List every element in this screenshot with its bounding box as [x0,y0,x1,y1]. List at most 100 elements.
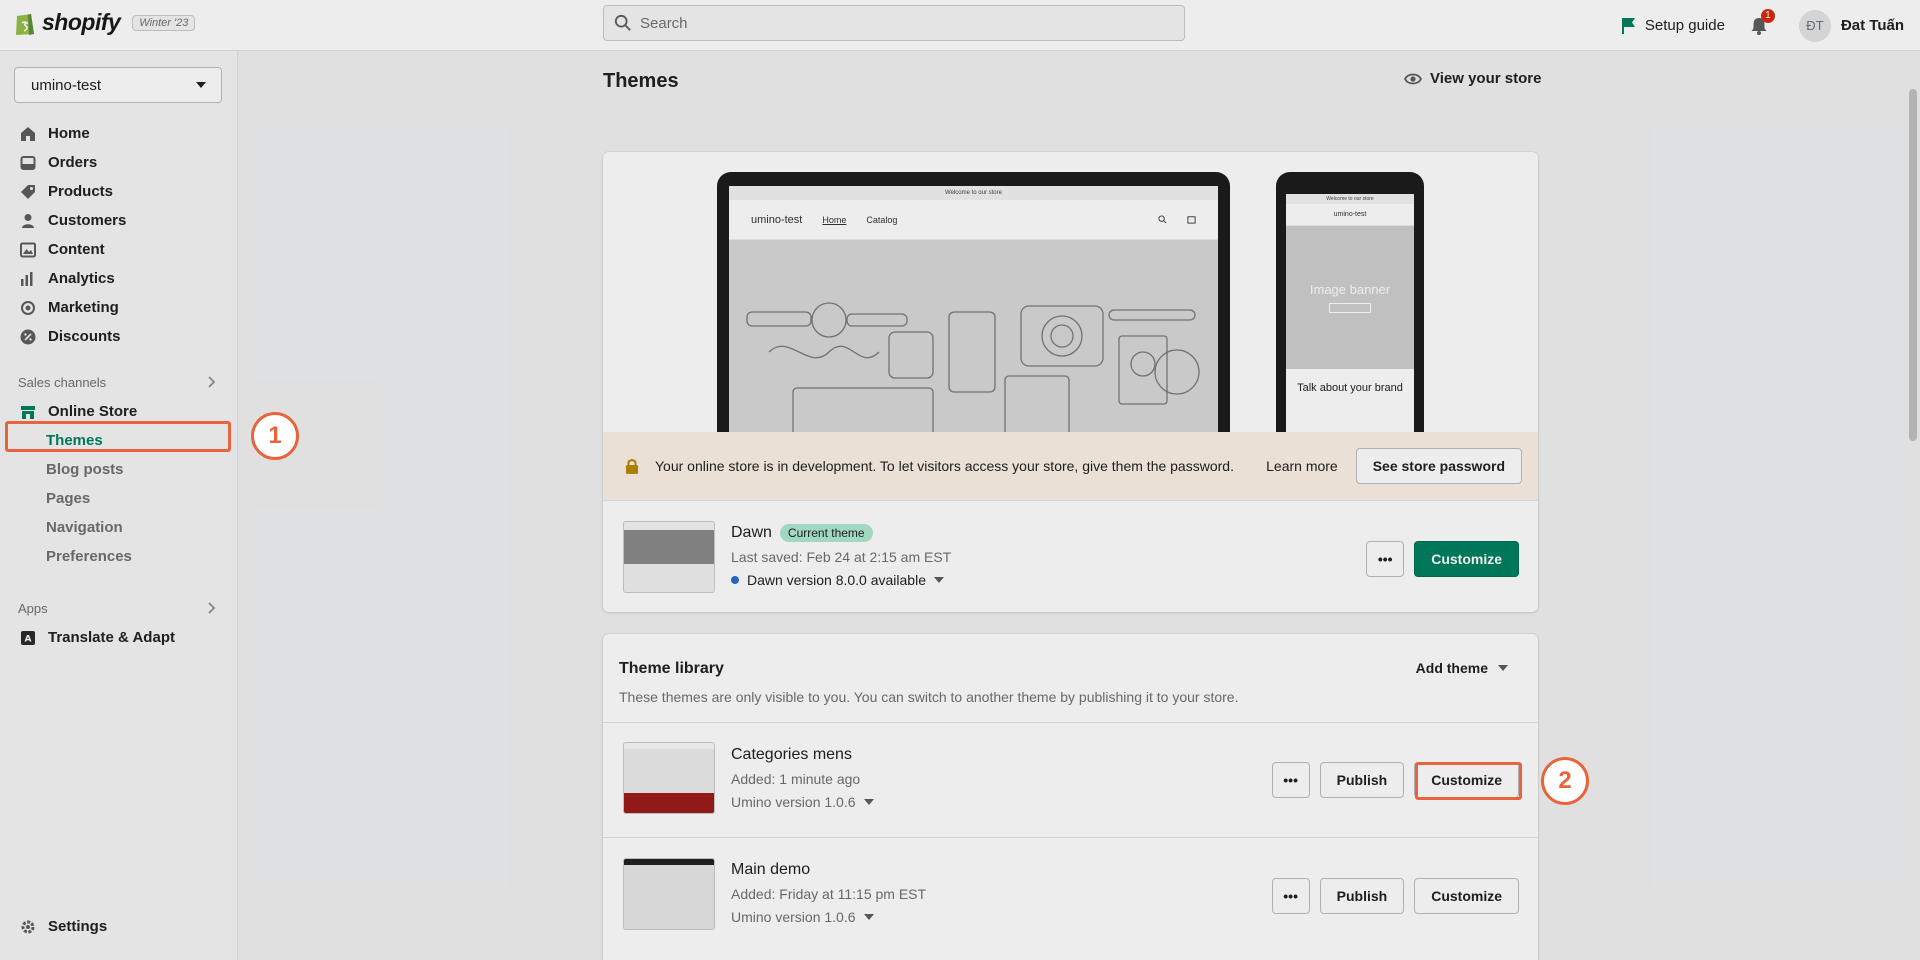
see-store-password-button[interactable]: See store password [1355,448,1522,484]
preview-header: umino-test Home Catalog [729,200,1218,240]
current-theme-card: Welcome to our store umino-test Home Cat… [603,152,1538,612]
learn-more-link[interactable]: Learn more [1266,458,1338,474]
nav-products[interactable]: Products [0,177,238,206]
caret-down-icon [863,799,874,805]
page-scrollbar[interactable] [1906,51,1920,960]
mobile-banner-title: Image banner [1309,282,1391,297]
theme-actions: ••• Publish Customize [1271,762,1519,798]
nav-label: Discounts [48,328,121,345]
shopify-logo[interactable]: shopify Winter '23 [14,9,196,36]
customize-button[interactable]: Customize [1414,762,1519,798]
nav-orders[interactable]: Orders [0,148,238,177]
theme-name: Dawn [731,524,772,541]
nav-customers[interactable]: Customers [0,206,238,235]
chevron-right-icon [208,376,216,388]
theme-library-description: These themes are only visible to you. Yo… [619,689,1239,705]
brand-name: shopify [42,9,121,35]
scrollbar-thumb[interactable] [1909,89,1917,441]
top-right-actions: Setup guide 1 ĐT Đat Tuấn [1621,0,1920,51]
nav-content[interactable]: Content [0,235,238,264]
sales-channels-label: Sales channels [18,374,107,390]
more-actions-button[interactable]: ••• [1271,762,1310,798]
version-available[interactable]: Dawn version 8.0.0 available [731,572,944,588]
user-menu[interactable]: ĐT Đat Tuấn [1798,9,1904,42]
add-theme-button[interactable]: Add theme [1416,660,1508,676]
mobile-preview-banner: Image banner [1286,226,1414,369]
sales-channels-header[interactable]: Sales channels [0,367,238,397]
step-2-callout: 2 [1541,757,1589,805]
caret-down-icon [1498,665,1508,671]
nav-label: Customers [48,212,127,229]
edition-badge: Winter '23 [132,14,196,31]
current-theme-name-row: Dawn Current theme [731,524,873,542]
theme-version[interactable]: Umino version 1.0.6 [731,794,874,810]
nav-online-store[interactable]: Online Store [0,397,238,426]
tag-icon [20,184,36,200]
apps-label: Apps [18,600,48,616]
nav-settings[interactable]: Settings [0,912,107,941]
search-bar[interactable] [603,5,1185,41]
more-actions-button[interactable]: ••• [1271,878,1310,914]
store-selector[interactable]: umino-test [14,67,222,103]
caret-down-icon [196,82,206,88]
nav-marketing[interactable]: Marketing [0,293,238,322]
top-bar: shopify Winter '23 Setup guide 1 ĐT Đat [0,0,1920,51]
search-input[interactable] [640,14,1160,32]
version-label: Umino version 1.0.6 [731,794,856,810]
nav-blog-posts[interactable]: Blog posts [0,455,238,484]
person-icon [20,213,36,229]
image-icon [20,242,36,258]
nav-analytics[interactable]: Analytics [0,264,238,293]
sidebar: umino-test Home Orders Products Customer… [0,51,238,960]
publish-button[interactable]: Publish [1319,878,1405,914]
translate-app-icon: A [20,630,36,646]
theme-version[interactable]: Umino version 1.0.6 [731,909,874,925]
nav-label: Orders [48,154,98,171]
customize-button[interactable]: Customize [1414,541,1519,577]
target-icon [20,300,36,316]
add-theme-label: Add theme [1415,660,1488,676]
customize-button[interactable]: Customize [1414,878,1519,914]
nav-label: Analytics [48,270,115,287]
version-label: Umino version 1.0.6 [731,909,856,925]
page-title: Themes [603,70,679,92]
caret-down-icon [934,577,944,583]
bar-chart-icon [20,271,36,287]
nav-translate-adapt[interactable]: A Translate & Adapt [0,623,238,652]
development-message: Your online store is in development. To … [655,458,1234,474]
development-banner: Your online store is in development. To … [603,432,1538,500]
caret-down-icon [863,914,874,920]
publish-button[interactable]: Publish [1319,762,1405,798]
eye-icon [1404,73,1422,84]
mobile-banner-button [1329,303,1371,313]
nav-label: Marketing [48,299,119,316]
cart-icon [1187,216,1196,224]
theme-name: Categories mens [731,746,852,763]
nav-discounts[interactable]: Discounts [0,322,238,351]
version-label: Dawn version 8.0.0 available [747,572,926,588]
nav-themes[interactable]: Themes [0,426,238,455]
more-actions-button[interactable]: ••• [1366,541,1405,577]
view-store-link[interactable]: View your store [1404,70,1541,87]
mobile-preview: Welcome to our store umino-test Image ba… [1276,172,1424,432]
theme-preview: Welcome to our store umino-test Home Cat… [603,152,1538,432]
nav-pages[interactable]: Pages [0,484,238,513]
preview-announcement: Welcome to our store [729,186,1218,200]
preview-hero-image [729,240,1218,432]
search-icon [614,14,631,31]
home-icon [20,126,36,142]
nav-preferences[interactable]: Preferences [0,542,238,571]
theme-actions: ••• Publish Customize [1271,878,1519,914]
notifications-button[interactable]: 1 [1749,8,1775,36]
view-store-label: View your store [1430,70,1542,87]
nav-navigation[interactable]: Navigation [0,513,238,542]
notification-count: 1 [1760,8,1775,23]
setup-guide-button[interactable]: Setup guide [1621,17,1725,35]
theme-library-card: Theme library Add theme These themes are… [603,634,1538,960]
apps-header[interactable]: Apps [0,593,238,623]
nav-home[interactable]: Home [0,119,238,148]
lock-icon [626,459,638,474]
nav-label: Translate & Adapt [48,629,175,646]
svg-text:A: A [25,634,32,644]
desktop-preview: Welcome to our store umino-test Home Cat… [717,172,1230,432]
